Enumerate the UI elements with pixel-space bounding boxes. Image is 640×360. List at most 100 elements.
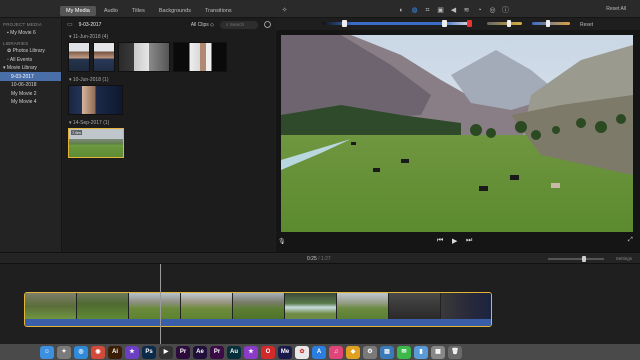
clip-thumbnail[interactable] [118,42,170,72]
timeline-clip[interactable] [24,292,492,327]
event-section-header[interactable]: ▾ 11-Jun-2018 (4) [63,31,275,42]
messages-icon[interactable]: ✉ [397,345,411,359]
after-effects-icon[interactable]: Ae [193,345,207,359]
illustrator-icon[interactable]: Ai [108,345,122,359]
filmstrip-frame [337,293,389,319]
star-app-icon[interactable]: ★ [244,345,258,359]
launchpad-icon[interactable]: ✦ [57,345,71,359]
libraries-sidebar: PROJECT MEDIA ▪ My Movie 6 LIBRARIES ✿ P… [0,18,62,252]
event-section-header[interactable]: ▾ 10-Jun-2018 (1) [63,72,275,85]
color-balance-icon[interactable]: ◐ [397,6,406,15]
itunes-icon[interactable]: ♫ [329,345,343,359]
photo-icon[interactable]: ▦ [431,345,445,359]
tab-titles[interactable]: Titles [126,6,151,16]
selected-clip-thumbnail[interactable]: 7.6m [68,128,124,158]
temperature-slider[interactable] [532,22,570,25]
photoshop-icon[interactable]: Ps [142,345,156,359]
clip-thumbnail[interactable] [173,42,227,72]
video-viewer: 🎙 ⏮ ▶ ⏭ ⤢ [276,30,640,252]
opera-icon[interactable]: O [261,345,275,359]
voiceover-icon[interactable]: 🎙 [278,238,286,245]
browser-title: 9-03-2017 [78,21,102,28]
sketch-icon[interactable]: ◆ [346,345,360,359]
timeline-settings-button[interactable]: Settings [616,256,632,261]
event-clips-row: 7.6m [63,128,275,158]
shadow-handle[interactable] [342,20,347,27]
tab-transitions[interactable]: Transitions [199,6,238,16]
filmstrip-frame [389,293,441,319]
filmstrip-frame [77,293,129,319]
sidebar-item-all-events[interactable]: ▫ All Events [0,55,61,64]
timeline-header: 0:25 / 1:27 Settings [0,252,640,264]
media-encoder-icon[interactable]: Me [278,345,292,359]
media-tabs: My Media Audio Titles Backgrounds Transi… [60,6,238,16]
browser-settings-icon[interactable] [264,21,271,28]
stabilization-icon[interactable]: ▣ [436,6,445,15]
premiere-icon[interactable]: Pr [176,345,190,359]
project-media-header: PROJECT MEDIA [3,22,43,27]
search-input[interactable]: ⌕ Search [220,20,258,29]
tab-my-media[interactable]: My Media [60,6,96,16]
speed-icon[interactable]: ◔ [475,6,484,15]
imovie-icon[interactable]: ★ [125,345,139,359]
libraries-header: LIBRARIES [3,40,29,46]
tab-backgrounds[interactable]: Backgrounds [153,6,197,16]
imovie-window: My Media Audio Titles Backgrounds Transi… [0,0,640,360]
clip-thumbnail[interactable] [68,42,90,72]
sidebar-toggle-icon[interactable]: ▭ [67,21,73,28]
crop-icon[interactable]: ⌗ [423,6,432,15]
preview-icon[interactable]: ▤ [380,345,394,359]
filter-icon[interactable]: ◎ [488,6,497,15]
tab-audio[interactable]: Audio [98,6,124,16]
trash-icon[interactable]: 🗑 [448,345,462,359]
midtone-handle[interactable] [442,20,447,27]
video-frame[interactable] [281,35,633,232]
folder-icon[interactable]: ▮ [414,345,428,359]
timeline-zoom-slider[interactable] [548,256,604,262]
skip-back-icon[interactable]: ⏮ [437,237,443,245]
clip-thumbnail[interactable] [68,85,123,115]
filmstrip-frame [181,293,233,319]
adjustment-bar: ✧ ◐ ◍ ⌗ ▣ ◀ ≋ ◔ ◎ ⓘ [280,3,510,17]
filmstrip-frame [441,293,491,319]
noise-reduction-icon[interactable]: ≋ [462,6,471,15]
magic-wand-icon[interactable]: ✧ [280,6,289,15]
temperature-handle[interactable] [546,20,550,27]
photos-icon[interactable]: ✿ [295,345,309,359]
clip-filter-select[interactable]: All Clips ◇ [191,22,214,28]
audition-icon[interactable]: Au [227,345,241,359]
info-icon[interactable]: ⓘ [501,6,510,15]
sidebar-item-photos-library[interactable]: ✿ Photos Library [0,47,61,56]
sidebar-item-event-10-06-2018[interactable]: 10-06-2018 [0,81,61,90]
event-section-header[interactable]: ▾ 14-Sep-2017 (1) [63,115,275,128]
highlight-handle[interactable] [467,20,472,27]
reset-button[interactable]: Reset [580,22,593,28]
saturation-slider[interactable] [487,22,522,25]
premiere-rush-icon[interactable]: Pr [210,345,224,359]
play-icon[interactable]: ▶ [452,237,457,245]
finder-icon[interactable]: ☺ [40,345,54,359]
skip-forward-icon[interactable]: ⏭ [466,237,472,245]
volume-icon[interactable]: ◀ [449,6,458,15]
sidebar-item-movie-library[interactable]: ▾ Movie Library [0,64,61,73]
sidebar-item-event-9-03-2017[interactable]: 9-03-2017 [0,72,61,81]
clip-duration-badge: 7.6m [71,130,82,135]
system-prefs-icon[interactable]: ⚙ [363,345,377,359]
media-browser: ▭ 9-03-2017 All Clips ◇ ⌕ Search ▾ 11-Ju… [63,18,275,252]
zoom-handle[interactable] [582,256,586,262]
sidebar-item-my-movie-4[interactable]: My Movie 4 [0,98,61,107]
clip-thumbnail[interactable] [93,42,115,72]
reset-all-button[interactable]: Reset All [606,6,626,12]
color-correction-icon[interactable]: ◍ [410,6,419,15]
sidebar-item-my-movie-2[interactable]: My Movie 2 [0,89,61,98]
app-store-icon[interactable]: A [312,345,326,359]
fullscreen-icon[interactable]: ⤢ [628,237,633,244]
saturation-handle[interactable] [507,20,511,27]
final-cut-icon[interactable]: ▶ [159,345,173,359]
sidebar-item-project[interactable]: ▪ My Movie 6 [0,28,61,37]
playhead[interactable] [160,264,161,344]
safari-icon[interactable]: ◎ [74,345,88,359]
timeline[interactable] [0,264,640,344]
chrome-icon[interactable]: ◉ [91,345,105,359]
filmstrip-frame [25,293,77,319]
